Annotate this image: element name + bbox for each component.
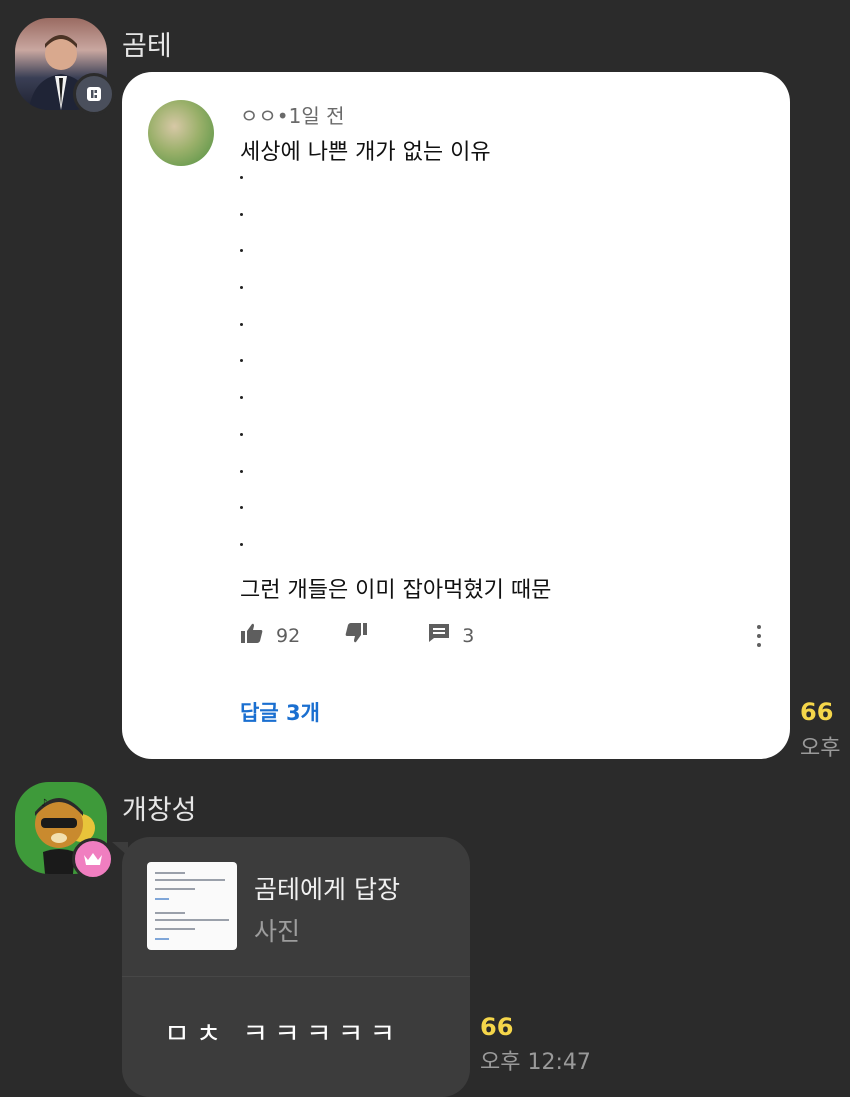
svg-text:♪: ♪ xyxy=(41,798,47,809)
comment-author-avatar xyxy=(148,100,214,166)
like-count: 92 xyxy=(276,624,301,647)
more-options-icon xyxy=(757,625,763,652)
comment-meta: ㅇㅇ•1일 전 xyxy=(240,104,345,128)
chat-badge-icon xyxy=(73,73,115,115)
comment-dot-lines xyxy=(238,176,248,580)
reply-target: 곰테에게 답장 xyxy=(254,875,400,904)
replies-link: 답글 3개 xyxy=(240,701,320,725)
message-time: 오후 12:47 xyxy=(480,1050,591,1075)
thumbs-down-icon xyxy=(344,622,368,649)
reply-kind: 사진 xyxy=(254,917,301,946)
message-time: 오후 xyxy=(800,736,841,761)
thumbs-up-icon xyxy=(240,622,264,649)
comment-title: 세상에 나쁜 개가 없는 이유 xyxy=(240,140,491,165)
reply-count: 3 xyxy=(462,624,475,647)
read-count: 66 xyxy=(480,1013,514,1041)
image-message-card[interactable] xyxy=(122,72,790,759)
comment-reply-icon xyxy=(428,623,450,648)
message-text: ㅁㅊ ㅋㅋㅋㅋㅋ xyxy=(164,1017,402,1050)
bubble-divider xyxy=(122,976,470,977)
sender-name: 개창성 xyxy=(122,795,197,826)
sender-name: 곰테 xyxy=(122,31,172,62)
comment-punchline: 그런 개들은 이미 잡아먹혔기 때문 xyxy=(240,578,552,603)
read-count: 66 xyxy=(800,698,834,726)
crown-icon xyxy=(72,838,114,880)
comment-actions: 92 3 xyxy=(240,622,474,649)
reply-thumbnail[interactable] xyxy=(147,862,237,950)
